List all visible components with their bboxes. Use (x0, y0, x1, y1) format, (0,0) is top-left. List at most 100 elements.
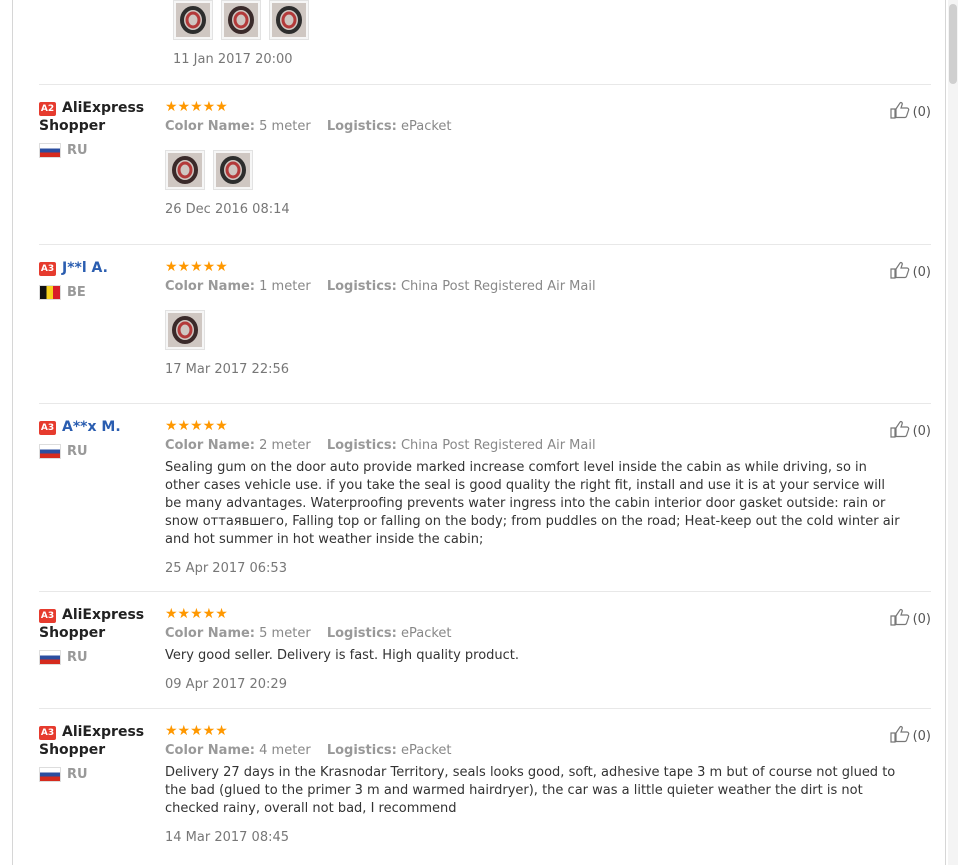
review-item: A3 J**l A. BE ★★★★★ Color Name: 1 meter L… (39, 244, 931, 377)
review-date: 17 Mar 2017 22:56 (165, 362, 290, 377)
reviewer-info: A3 J**l A. BE (39, 259, 159, 300)
logistics-label: Logistics: (326, 438, 397, 453)
buyer-level-badge: A3 (39, 262, 56, 276)
review-date: 14 Mar 2017 08:45 (165, 830, 290, 845)
review-date: 26 Dec 2016 08:14 (165, 202, 290, 217)
star-rating: ★★★★★ (165, 259, 228, 275)
order-attributes: Color Name: 5 meter Logistics: ePacket (165, 626, 905, 641)
helpful-button[interactable]: (0) (889, 725, 931, 747)
star-rating: ★★★★★ (165, 418, 228, 434)
review-text: Sealing gum on the door auto provide mar… (165, 460, 900, 547)
helpful-button[interactable]: (0) (889, 261, 931, 283)
helpful-button[interactable]: (0) (889, 420, 931, 442)
review-text: Delivery 27 days in the Krasnodar Territ… (165, 765, 896, 816)
reviewer-country: RU (39, 444, 159, 459)
helpful-button[interactable]: (0) (889, 608, 931, 630)
reviewer-country: BE (39, 285, 159, 300)
reviewer-info: A2 AliExpress Shopper RU (39, 99, 159, 158)
thumbs-up-icon (889, 261, 913, 283)
reviewer-name-link[interactable]: A**x M. (62, 419, 121, 435)
reviews-panel: 11 Jan 2017 20:00 A2 AliExpress Shopper R… (12, 0, 946, 865)
country-code: RU (67, 767, 88, 782)
color-name-value: 5 meter (259, 626, 311, 641)
review-item: A3 AliExpress Shopper RU ★★★★★ Color Name… (39, 591, 931, 692)
star-rating: ★★★★★ (165, 723, 228, 739)
reviewer-country: RU (39, 767, 159, 782)
review-item: A2 AliExpress Shopper RU ★★★★★ Color Name… (39, 84, 931, 217)
buyer-level-badge: A3 (39, 421, 56, 435)
color-name-value: 4 meter (259, 743, 311, 758)
review-item: A3 A**x M. RU ★★★★★ Color Name: 2 meter L… (39, 403, 931, 576)
thumbs-up-icon (889, 101, 913, 123)
color-name-label: Color Name: (165, 279, 256, 294)
logistics-label: Logistics: (326, 626, 397, 641)
review-photo-thumbnail[interactable] (165, 310, 205, 350)
logistics-value: China Post Registered Air Mail (400, 438, 596, 453)
review-photo-thumbnail[interactable] (213, 150, 253, 190)
buyer-level-badge: A3 (39, 726, 56, 740)
reviewer-info: A3 A**x M. RU (39, 418, 159, 459)
country-code: BE (67, 285, 86, 300)
reviewer-info: A3 AliExpress Shopper RU (39, 723, 159, 782)
reviewer-country: RU (39, 650, 159, 665)
helpful-button[interactable]: (0) (889, 101, 931, 123)
buyer-level-badge: A2 (39, 102, 56, 116)
review-images (165, 150, 905, 190)
country-flag-icon (39, 767, 61, 782)
thumbs-up-icon (889, 725, 913, 747)
buyer-level-badge: A3 (39, 609, 56, 623)
thumbs-up-icon (889, 420, 913, 442)
review-photo-thumbnail[interactable] (221, 0, 261, 40)
color-name-value: 5 meter (259, 119, 311, 134)
logistics-label: Logistics: (326, 279, 397, 294)
country-flag-icon (39, 285, 61, 300)
logistics-value: ePacket (400, 119, 452, 134)
review-date: 25 Apr 2017 06:53 (165, 561, 287, 576)
helpful-count: (0) (912, 104, 931, 120)
review-photo-thumbnail[interactable] (165, 150, 205, 190)
review-photo-thumbnail[interactable] (173, 0, 213, 40)
review-content: ★★★★★ Color Name: 1 meter Logistics: Chi… (165, 259, 905, 377)
helpful-count: (0) (912, 264, 931, 280)
logistics-label: Logistics: (326, 119, 397, 134)
color-name-label: Color Name: (165, 119, 256, 134)
scrollbar[interactable] (948, 0, 958, 865)
review-content: ★★★★★ Color Name: 5 meter Logistics: ePa… (165, 606, 905, 692)
color-name-value: 2 meter (259, 438, 311, 453)
review-photo-thumbnail[interactable] (269, 0, 309, 40)
previous-review-images (173, 0, 309, 40)
country-flag-icon (39, 650, 61, 665)
color-name-value: 1 meter (259, 279, 311, 294)
review-text: Very good seller. Delivery is fast. High… (165, 648, 520, 663)
review-date: 09 Apr 2017 20:29 (165, 677, 287, 692)
helpful-count: (0) (912, 611, 931, 627)
review-content: ★★★★★ Color Name: 4 meter Logistics: ePa… (165, 723, 905, 845)
order-attributes: Color Name: 1 meter Logistics: China Pos… (165, 279, 905, 294)
country-code: RU (67, 650, 88, 665)
logistics-value: ePacket (400, 743, 452, 758)
color-name-label: Color Name: (165, 626, 256, 641)
review-images (165, 310, 905, 350)
reviewer-name-link[interactable]: J**l A. (62, 260, 108, 276)
order-attributes: Color Name: 5 meter Logistics: ePacket (165, 119, 905, 134)
review-date: 11 Jan 2017 20:00 (173, 52, 293, 67)
helpful-count: (0) (912, 423, 931, 439)
color-name-label: Color Name: (165, 743, 256, 758)
helpful-count: (0) (912, 728, 931, 744)
logistics-value: ePacket (400, 626, 452, 641)
color-name-label: Color Name: (165, 438, 256, 453)
previous-review-tail: 11 Jan 2017 20:00 (173, 0, 309, 67)
review-content: ★★★★★ Color Name: 5 meter Logistics: ePa… (165, 99, 905, 217)
logistics-value: China Post Registered Air Mail (400, 279, 596, 294)
country-code: RU (67, 143, 88, 158)
scrollbar-thumb[interactable] (949, 4, 957, 84)
review-content: ★★★★★ Color Name: 2 meter Logistics: Chi… (165, 418, 905, 576)
order-attributes: Color Name: 4 meter Logistics: ePacket (165, 743, 905, 758)
country-flag-icon (39, 444, 61, 459)
country-flag-icon (39, 143, 61, 158)
reviewer-info: A3 AliExpress Shopper RU (39, 606, 159, 665)
order-attributes: Color Name: 2 meter Logistics: China Pos… (165, 438, 905, 453)
logistics-label: Logistics: (326, 743, 397, 758)
star-rating: ★★★★★ (165, 606, 228, 622)
country-code: RU (67, 444, 88, 459)
